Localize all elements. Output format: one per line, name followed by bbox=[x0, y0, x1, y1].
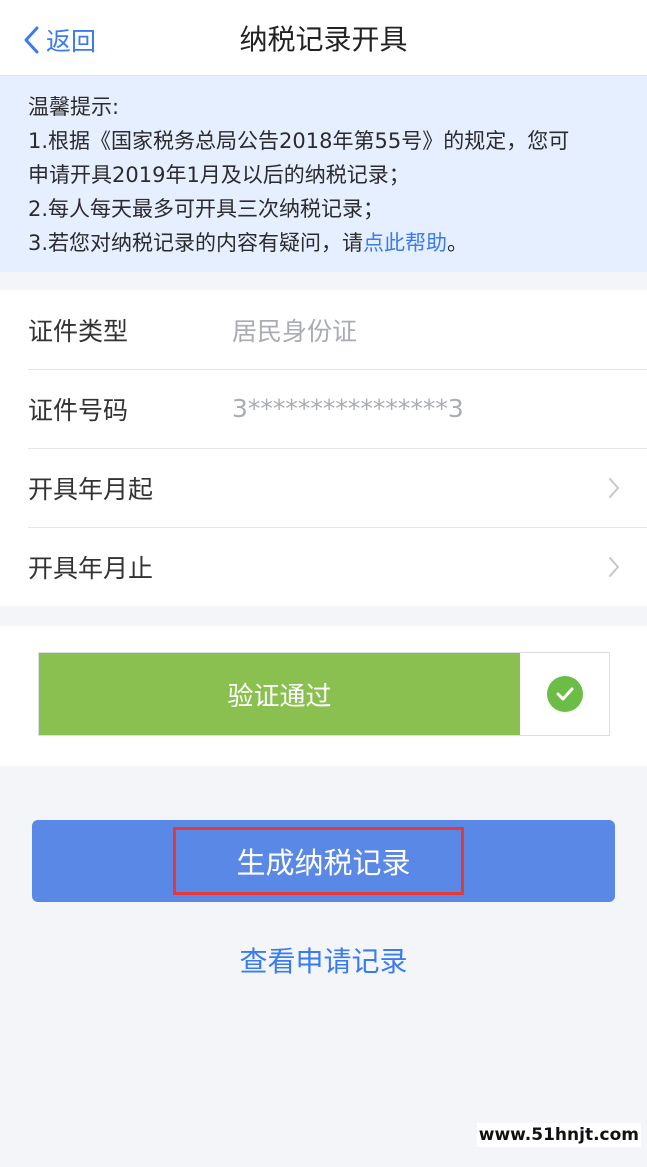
verify-label: 验证通过 bbox=[227, 681, 332, 712]
notice-line-2: 申请开具2019年1月及以后的纳税记录； bbox=[28, 163, 410, 187]
notice-heading: 温馨提示: bbox=[28, 95, 120, 119]
form-row-end-month[interactable]: 开具年月止 bbox=[0, 527, 647, 606]
nav-bar: 返回 纳税记录开具 bbox=[0, 0, 647, 76]
notice-line-3: 2.每人每天最多可开具三次纳税记录； bbox=[28, 197, 385, 221]
notice-line-4-text: 3.若您对纳税记录的内容有疑问，请 bbox=[28, 231, 364, 255]
form-row-id-type: 证件类型 居民身份证 bbox=[0, 290, 647, 369]
checkmark-icon bbox=[556, 687, 573, 701]
verify-section: 验证通过 bbox=[0, 626, 647, 766]
notice-line-4: 3.若您对纳税记录的内容有疑问，请点此帮助。 bbox=[28, 226, 619, 260]
chevron-right-icon bbox=[609, 477, 619, 498]
view-application-records-link[interactable]: 查看申请记录 bbox=[0, 940, 647, 980]
generate-button-label: 生成纳税记录 bbox=[236, 846, 411, 880]
page-title: 纳税记录开具 bbox=[239, 23, 408, 56]
generate-tax-record-button[interactable]: 生成纳税记录 bbox=[32, 820, 615, 902]
end-month-label: 开具年月止 bbox=[28, 553, 154, 583]
form-row-id-number: 证件号码 3****************3 bbox=[0, 369, 647, 448]
id-type-label: 证件类型 bbox=[28, 316, 129, 346]
watermark: www.51hnjt.com bbox=[476, 1123, 641, 1147]
notice-line-4-end: 。 bbox=[447, 231, 469, 255]
help-link[interactable]: 点此帮助 bbox=[363, 231, 447, 255]
start-month-label: 开具年月起 bbox=[28, 474, 154, 504]
id-number-value: 3****************3 bbox=[232, 394, 464, 423]
verify-slider-handle[interactable] bbox=[520, 653, 609, 735]
verify-slider[interactable]: 验证通过 bbox=[38, 652, 610, 736]
verify-progress-fill: 验证通过 bbox=[39, 653, 520, 735]
notice-line-1: 1.根据《国家税务总局公告2018年第55号》的规定，您可 bbox=[28, 129, 570, 153]
record-form: 证件类型 居民身份证 证件号码 3****************3 开具年月起… bbox=[0, 290, 647, 606]
check-circle-icon bbox=[546, 676, 583, 712]
chevron-right-icon bbox=[609, 556, 619, 577]
id-type-value: 居民身份证 bbox=[232, 316, 358, 346]
form-row-start-month[interactable]: 开具年月起 bbox=[0, 448, 647, 527]
notice-panel: 温馨提示: 1.根据《国家税务总局公告2018年第55号》的规定，您可 申请开具… bbox=[0, 76, 647, 272]
id-number-label: 证件号码 bbox=[28, 395, 129, 425]
